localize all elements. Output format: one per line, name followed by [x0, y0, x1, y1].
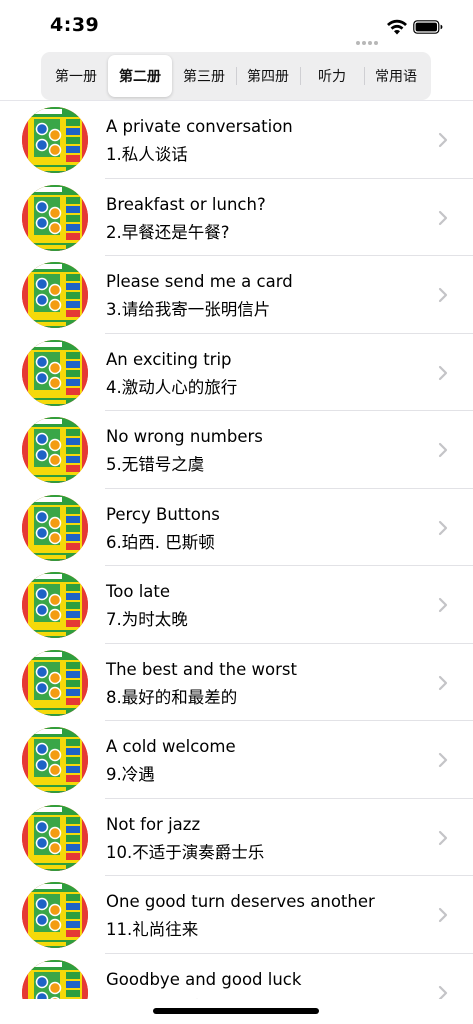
chevron-right-icon: [438, 132, 448, 148]
lesson-subtitle: 4.激动人心的旅行: [106, 377, 238, 397]
book-cover-icon: [22, 727, 88, 793]
book-cover-icon: [22, 804, 88, 871]
segment-tab-4[interactable]: 第四册: [236, 55, 300, 97]
lesson-title: Percy Buttons: [106, 504, 220, 524]
lesson-row[interactable]: Percy Buttons 6.珀西. 巴斯顿: [0, 489, 473, 567]
segment-tab-6[interactable]: 常用语: [364, 55, 428, 97]
lesson-title: A cold welcome: [106, 737, 236, 756]
lesson-title: Breakfast or lunch?: [106, 194, 266, 214]
signal-dots-icon: [356, 30, 380, 45]
chevron-right-icon: [438, 752, 448, 768]
lesson-row[interactable]: An exciting trip 4.激动人心的旅行: [0, 334, 473, 412]
segment-tab-2[interactable]: 第二册: [108, 55, 172, 97]
lesson-row[interactable]: A cold welcome 9.冷遇: [0, 721, 473, 799]
book-cover-icon: [22, 339, 88, 406]
lesson-row[interactable]: Too late 7.为时太晚: [0, 566, 473, 644]
lesson-row[interactable]: No wrong numbers 5.无错号之虞: [0, 411, 473, 489]
lesson-subtitle: 11.礼尚往来: [106, 920, 199, 939]
book-cover-icon: [22, 494, 88, 561]
segment-tab-5[interactable]: 听力: [300, 55, 364, 97]
lesson-title: Too late: [106, 582, 171, 601]
wifi-icon: [387, 19, 407, 35]
lesson-row[interactable]: Please send me a card 3.请给我寄一张明信片: [0, 256, 473, 334]
lesson-subtitle: 12.再见,一路顺风: [106, 994, 237, 1000]
lesson-title: One good turn deserves another: [106, 892, 375, 911]
volume-segmented-control: 第一册 第二册 第三册 第四册 听力 常用语: [41, 52, 431, 100]
lesson-subtitle: 9.冷遇: [106, 765, 155, 784]
chevron-right-icon: [438, 675, 448, 690]
lesson-row[interactable]: Not for jazz 10.不适于演奏爵士乐: [0, 799, 473, 877]
book-cover-icon: [22, 184, 88, 251]
book-cover-icon: [22, 959, 88, 999]
book-cover-icon: [22, 262, 88, 328]
lesson-subtitle: 3.请给我寄一张明信片: [106, 300, 271, 319]
home-indicator[interactable]: [153, 1008, 319, 1014]
lesson-title: No wrong numbers: [106, 427, 263, 446]
lesson-title: Not for jazz: [106, 814, 201, 834]
lesson-row[interactable]: A private conversation 1.私人谈话: [0, 101, 473, 179]
lesson-row[interactable]: The best and the worst 8.最好的和最差的: [0, 644, 473, 722]
lesson-subtitle: 2.早餐还是午餐?: [106, 222, 230, 242]
chevron-right-icon: [438, 365, 448, 380]
chevron-right-icon: [438, 985, 448, 999]
lesson-title: An exciting trip: [106, 349, 232, 369]
lesson-subtitle: 10.不适于演奏爵士乐: [106, 842, 265, 862]
book-cover-icon: [22, 417, 88, 483]
lesson-subtitle: 5.无错号之虞: [106, 455, 205, 474]
lesson-row[interactable]: Goodbye and good luck 12.再见,一路顺风: [0, 954, 473, 1000]
segment-tab-1[interactable]: 第一册: [44, 55, 108, 97]
book-cover-icon: [22, 649, 88, 716]
chevron-right-icon: [438, 210, 448, 225]
chevron-right-icon: [438, 287, 448, 303]
lesson-title: Please send me a card: [106, 272, 293, 291]
book-cover-icon: [22, 572, 88, 638]
book-cover-icon: [22, 882, 88, 948]
chevron-right-icon: [438, 907, 448, 923]
lesson-row[interactable]: One good turn deserves another 11.礼尚往来: [0, 876, 473, 954]
lesson-subtitle: 1.私人谈话: [106, 145, 188, 164]
lesson-row[interactable]: Breakfast or lunch? 2.早餐还是午餐?: [0, 179, 473, 257]
chevron-right-icon: [438, 830, 448, 845]
lesson-subtitle: 8.最好的和最差的: [106, 687, 238, 707]
book-cover-icon: [22, 107, 88, 173]
lesson-title: Goodbye and good luck: [106, 969, 302, 989]
lesson-list[interactable]: A private conversation 1.私人谈话 Breakfast or…: [0, 100, 473, 999]
chevron-right-icon: [438, 597, 448, 613]
lesson-title: The best and the worst: [106, 659, 297, 679]
status-bar: 4:39: [0, 0, 473, 52]
chevron-right-icon: [438, 442, 448, 458]
battery-icon: [413, 20, 443, 34]
status-time: 4:39: [50, 14, 100, 36]
lesson-title: A private conversation: [106, 117, 293, 136]
lesson-subtitle: 6.珀西. 巴斯顿: [106, 532, 215, 552]
chevron-right-icon: [438, 520, 448, 535]
segment-tab-3[interactable]: 第三册: [172, 55, 236, 97]
lesson-subtitle: 7.为时太晚: [106, 610, 188, 629]
